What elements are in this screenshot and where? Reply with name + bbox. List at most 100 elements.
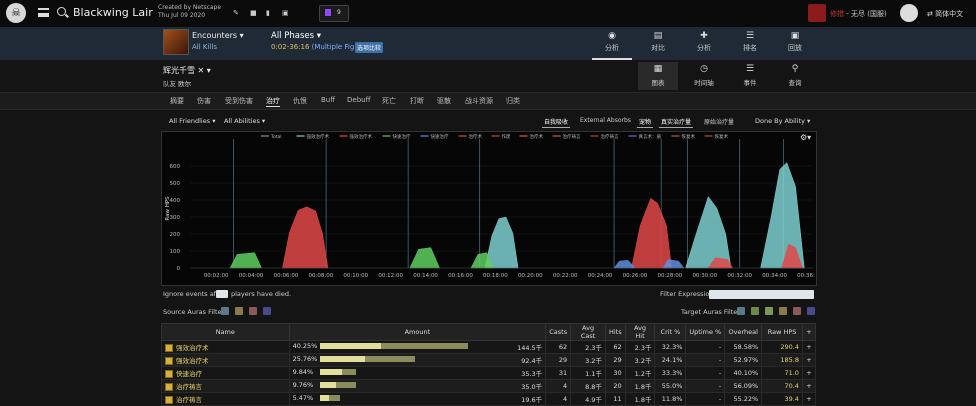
- twitch-button[interactable]: 9: [319, 5, 349, 22]
- table-row[interactable]: 强效治疗术 25.76% 92.4千 29 3.2千 29 3.2千 24.1% -52.97%…: [161, 353, 817, 367]
- spell-icon: [165, 344, 173, 352]
- ability-name-cell[interactable]: 治疗祷言: [161, 392, 290, 406]
- target-aura-icon-5[interactable]: [793, 307, 801, 315]
- menu-icon[interactable]: [38, 8, 49, 17]
- tab-chart[interactable]: ▦ 图表: [638, 62, 678, 90]
- amount-value: 19.6千: [521, 396, 543, 404]
- ability-name-cell[interactable]: 强效治疗术: [161, 340, 290, 354]
- target-aura-icon-4[interactable]: [779, 307, 787, 315]
- tab-label: 图表: [651, 79, 665, 87]
- col-overheal[interactable]: Overheal: [724, 323, 763, 341]
- avatar[interactable]: [900, 4, 918, 22]
- col-amount[interactable]: Amount: [288, 323, 547, 341]
- chart-settings-gear-icon[interactable]: ⚙▾: [800, 133, 811, 142]
- col-avg-hit[interactable]: Avg Hit: [624, 323, 656, 341]
- filter-expression-input[interactable]: [709, 290, 814, 299]
- done-by-dropdown[interactable]: Done By Ability ▾: [755, 117, 810, 125]
- tab-replay[interactable]: ▣ 回放: [775, 29, 815, 60]
- table-row[interactable]: 治疗祷言 9.76% 35.0千 4 8.8千 20 1.8千 55.0% -56.09% 70.…: [161, 379, 817, 393]
- tab-events[interactable]: ☰ 事件: [730, 62, 770, 90]
- subtab-buffs[interactable]: Buff: [321, 96, 335, 104]
- character-link[interactable]: 修措 - 无尽 (国服): [830, 9, 887, 19]
- tab-label: 查询: [788, 79, 802, 87]
- col-casts[interactable]: Casts: [545, 323, 572, 341]
- subtab-threat[interactable]: 仇恨: [293, 96, 307, 106]
- legend-label: 治疗祷言: [601, 133, 619, 140]
- x-tick-label: 00:36:00: [797, 273, 815, 279]
- ability-name-cell[interactable]: 强效治疗术: [161, 353, 290, 367]
- language-label: 简体中文: [935, 10, 964, 18]
- spell-icon: [165, 357, 173, 365]
- tab-compare[interactable]: ▤ 对比: [638, 29, 678, 60]
- site-logo-icon[interactable]: ☠: [6, 3, 26, 23]
- search-icon[interactable]: [57, 7, 66, 16]
- phases-dropdown[interactable]: All Phases ▾: [271, 31, 321, 41]
- col-crit[interactable]: Crit %: [654, 323, 687, 341]
- friendlies-dropdown[interactable]: All Friendlies ▾: [169, 117, 215, 125]
- source-aura-icon-3[interactable]: [249, 307, 257, 315]
- lock-icon[interactable]: ■: [250, 9, 257, 17]
- subtab-resources[interactable]: 战斗资源: [465, 96, 493, 106]
- subtab-casts[interactable]: 归类: [506, 96, 520, 106]
- expand-cell[interactable]: +: [801, 340, 817, 354]
- encounters-dropdown[interactable]: Encounters ▾: [192, 31, 244, 40]
- option-self-absorbs[interactable]: 自我吸收: [542, 116, 571, 128]
- target-aura-icon-3[interactable]: [765, 307, 773, 315]
- player-name: 辉光千雪: [163, 66, 195, 75]
- subtab-damage[interactable]: 伤害: [197, 96, 211, 106]
- expand-cell[interactable]: +: [801, 392, 817, 406]
- expand-cell[interactable]: +: [801, 379, 817, 393]
- subtab-dispels[interactable]: 驱散: [437, 96, 451, 106]
- subtab-deaths[interactable]: 死亡: [382, 96, 396, 106]
- abilities-dropdown[interactable]: All Abilities ▾: [224, 117, 265, 125]
- source-aura-icon-1[interactable]: [221, 307, 229, 315]
- ability-name: 治疗祷言: [176, 383, 202, 391]
- source-aura-icon-2[interactable]: [235, 307, 243, 315]
- col-raw-hps[interactable]: Raw HPS: [761, 323, 803, 341]
- subtab-debuffs[interactable]: Debuff: [347, 96, 370, 104]
- ability-name-cell[interactable]: 快速治疗: [161, 366, 290, 380]
- tab-query[interactable]: ⚲ 查询: [775, 62, 815, 90]
- table-row[interactable]: 快速治疗 9.84% 35.3千 31 1.1千 30 1.2千 33.3% -40.10% 71…: [161, 366, 817, 380]
- subtab-damage-taken[interactable]: 受到伤害: [225, 96, 253, 106]
- x-tick-label: 00:08:00: [309, 273, 334, 279]
- compare-button[interactable]: 选项比较: [355, 42, 384, 53]
- expand-cell[interactable]: +: [801, 353, 817, 367]
- table-row[interactable]: 强效治疗术 40.25% 144.5千 62 2.3千 62 2.3千 32.3% -58.58…: [161, 340, 817, 354]
- expand-cell[interactable]: +: [801, 366, 817, 380]
- tab-rankings[interactable]: ☰ 排名: [730, 29, 770, 60]
- subtab-interrupts[interactable]: 打断: [410, 96, 424, 106]
- delete-icon[interactable]: ▮: [266, 9, 273, 17]
- archive-icon[interactable]: ▣: [282, 9, 289, 17]
- target-aura-icon-1[interactable]: [737, 307, 745, 315]
- avg-hit-cell: 3.2千: [624, 353, 656, 367]
- series-area: [760, 162, 805, 269]
- player-selector[interactable]: 辉光千雪 ✕ ▾: [163, 65, 211, 76]
- tab-timeline[interactable]: ◷ 时间轴: [684, 62, 724, 90]
- option-effective-healing[interactable]: 真实治疗量: [659, 116, 694, 128]
- guild-icon[interactable]: [808, 4, 826, 22]
- edit-icon[interactable]: ✎: [233, 9, 240, 17]
- target-aura-icon-2[interactable]: [751, 307, 759, 315]
- eye-icon: ◉: [608, 31, 616, 41]
- table-row[interactable]: 治疗祷言 5.47% 19.6千 4 4.9千 11 1.8千 11.8% -55.22% 39.…: [161, 392, 817, 406]
- tab-analysis[interactable]: ◉ 分析: [592, 29, 632, 60]
- col-hits[interactable]: Hits: [604, 323, 626, 341]
- tab-analysis-2[interactable]: ✚ 分析: [684, 29, 724, 60]
- col-add[interactable]: +: [801, 323, 817, 341]
- subtab-summary[interactable]: 摘要: [170, 96, 184, 106]
- option-external-absorbs[interactable]: External Absorbs: [578, 116, 633, 125]
- source-aura-icon-4[interactable]: [263, 307, 271, 315]
- ability-name-cell[interactable]: 治疗祷言: [161, 379, 290, 393]
- col-uptime[interactable]: Uptime %: [685, 323, 726, 341]
- option-pets[interactable]: 宠物: [637, 116, 654, 128]
- col-name[interactable]: Name: [161, 323, 290, 341]
- subtab-healing[interactable]: 治疗: [266, 96, 280, 107]
- death-count-input[interactable]: [216, 290, 228, 298]
- col-avg-cast[interactable]: Avg Cast: [570, 323, 606, 341]
- x-tick-label: 00:22:00: [553, 273, 578, 279]
- language-selector[interactable]: ⇄ 简体中文: [927, 9, 963, 19]
- option-raw-healing[interactable]: 原始治疗量: [702, 116, 736, 127]
- x-tick-label: 00:04:00: [239, 273, 264, 279]
- target-aura-icon-6[interactable]: [807, 307, 815, 315]
